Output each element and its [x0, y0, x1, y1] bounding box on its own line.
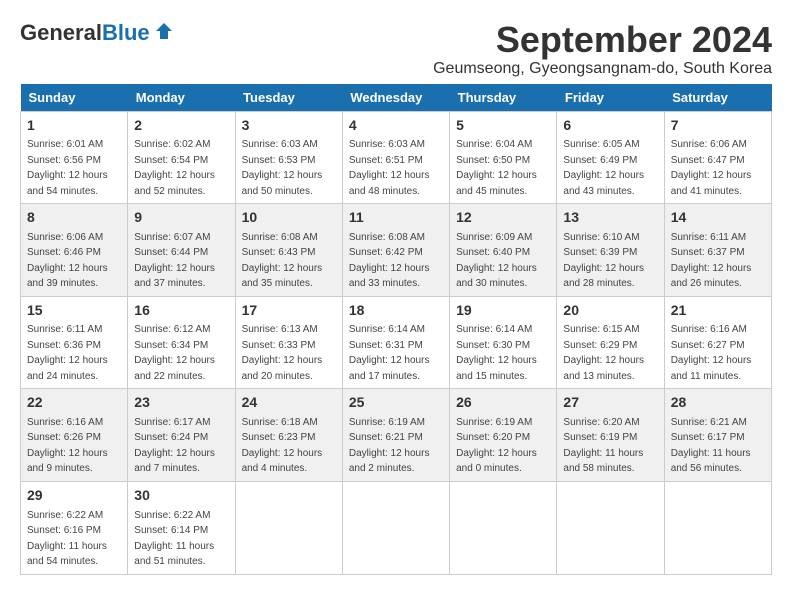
day-13: 13 Sunrise: 6:10 AMSunset: 6:39 PMDaylig…: [557, 204, 664, 297]
day-5: 5 Sunrise: 6:04 AMSunset: 6:50 PMDayligh…: [450, 111, 557, 204]
calendar-header-row: Sunday Monday Tuesday Wednesday Thursday…: [21, 84, 772, 112]
day-19: 19 Sunrise: 6:14 AMSunset: 6:30 PMDaylig…: [450, 296, 557, 389]
day-28: 28 Sunrise: 6:21 AMSunset: 6:17 PMDaylig…: [664, 389, 771, 482]
day-17: 17 Sunrise: 6:13 AMSunset: 6:33 PMDaylig…: [235, 296, 342, 389]
day-25: 25 Sunrise: 6:19 AMSunset: 6:21 PMDaylig…: [342, 389, 449, 482]
header-thursday: Thursday: [450, 84, 557, 112]
page-subtitle: Geumseong, Gyeongsangnam-do, South Korea: [433, 60, 772, 78]
day-20: 20 Sunrise: 6:15 AMSunset: 6:29 PMDaylig…: [557, 296, 664, 389]
day-26: 26 Sunrise: 6:19 AMSunset: 6:20 PMDaylig…: [450, 389, 557, 482]
day-22: 22 Sunrise: 6:16 AMSunset: 6:26 PMDaylig…: [21, 389, 128, 482]
empty-cell-1: [235, 481, 342, 574]
day-2: 2 Sunrise: 6:02 AMSunset: 6:54 PMDayligh…: [128, 111, 235, 204]
day-18: 18 Sunrise: 6:14 AMSunset: 6:31 PMDaylig…: [342, 296, 449, 389]
day-14: 14 Sunrise: 6:11 AMSunset: 6:37 PMDaylig…: [664, 204, 771, 297]
week-5: 29 Sunrise: 6:22 AMSunset: 6:16 PMDaylig…: [21, 481, 772, 574]
header-monday: Monday: [128, 84, 235, 112]
header-tuesday: Tuesday: [235, 84, 342, 112]
day-3: 3 Sunrise: 6:03 AMSunset: 6:53 PMDayligh…: [235, 111, 342, 204]
page-header: GeneralBlue September 2024 Geumseong, Gy…: [20, 20, 772, 78]
logo-text: GeneralBlue: [20, 20, 150, 46]
day-12: 12 Sunrise: 6:09 AMSunset: 6:40 PMDaylig…: [450, 204, 557, 297]
day-30: 30 Sunrise: 6:22 AMSunset: 6:14 PMDaylig…: [128, 481, 235, 574]
day-4: 4 Sunrise: 6:03 AMSunset: 6:51 PMDayligh…: [342, 111, 449, 204]
day-27: 27 Sunrise: 6:20 AMSunset: 6:19 PMDaylig…: [557, 389, 664, 482]
header-friday: Friday: [557, 84, 664, 112]
day-7: 7 Sunrise: 6:06 AMSunset: 6:47 PMDayligh…: [664, 111, 771, 204]
day-24: 24 Sunrise: 6:18 AMSunset: 6:23 PMDaylig…: [235, 389, 342, 482]
day-10: 10 Sunrise: 6:08 AMSunset: 6:43 PMDaylig…: [235, 204, 342, 297]
empty-cell-5: [664, 481, 771, 574]
day-1: 1 Sunrise: 6:01 AMSunset: 6:56 PMDayligh…: [21, 111, 128, 204]
logo-icon: [154, 21, 174, 41]
calendar-table: Sunday Monday Tuesday Wednesday Thursday…: [20, 84, 772, 575]
empty-cell-4: [557, 481, 664, 574]
logo: GeneralBlue: [20, 20, 174, 46]
week-3: 15 Sunrise: 6:11 AMSunset: 6:36 PMDaylig…: [21, 296, 772, 389]
day-29: 29 Sunrise: 6:22 AMSunset: 6:16 PMDaylig…: [21, 481, 128, 574]
title-block: September 2024 Geumseong, Gyeongsangnam-…: [433, 20, 772, 78]
week-2: 8 Sunrise: 6:06 AMSunset: 6:46 PMDayligh…: [21, 204, 772, 297]
week-4: 22 Sunrise: 6:16 AMSunset: 6:26 PMDaylig…: [21, 389, 772, 482]
day-6: 6 Sunrise: 6:05 AMSunset: 6:49 PMDayligh…: [557, 111, 664, 204]
page-title: September 2024: [433, 20, 772, 60]
day-8: 8 Sunrise: 6:06 AMSunset: 6:46 PMDayligh…: [21, 204, 128, 297]
header-wednesday: Wednesday: [342, 84, 449, 112]
day-15: 15 Sunrise: 6:11 AMSunset: 6:36 PMDaylig…: [21, 296, 128, 389]
day-9: 9 Sunrise: 6:07 AMSunset: 6:44 PMDayligh…: [128, 204, 235, 297]
week-1: 1 Sunrise: 6:01 AMSunset: 6:56 PMDayligh…: [21, 111, 772, 204]
empty-cell-2: [342, 481, 449, 574]
empty-cell-3: [450, 481, 557, 574]
day-16: 16 Sunrise: 6:12 AMSunset: 6:34 PMDaylig…: [128, 296, 235, 389]
day-23: 23 Sunrise: 6:17 AMSunset: 6:24 PMDaylig…: [128, 389, 235, 482]
day-21: 21 Sunrise: 6:16 AMSunset: 6:27 PMDaylig…: [664, 296, 771, 389]
day-11: 11 Sunrise: 6:08 AMSunset: 6:42 PMDaylig…: [342, 204, 449, 297]
header-saturday: Saturday: [664, 84, 771, 112]
header-sunday: Sunday: [21, 84, 128, 112]
